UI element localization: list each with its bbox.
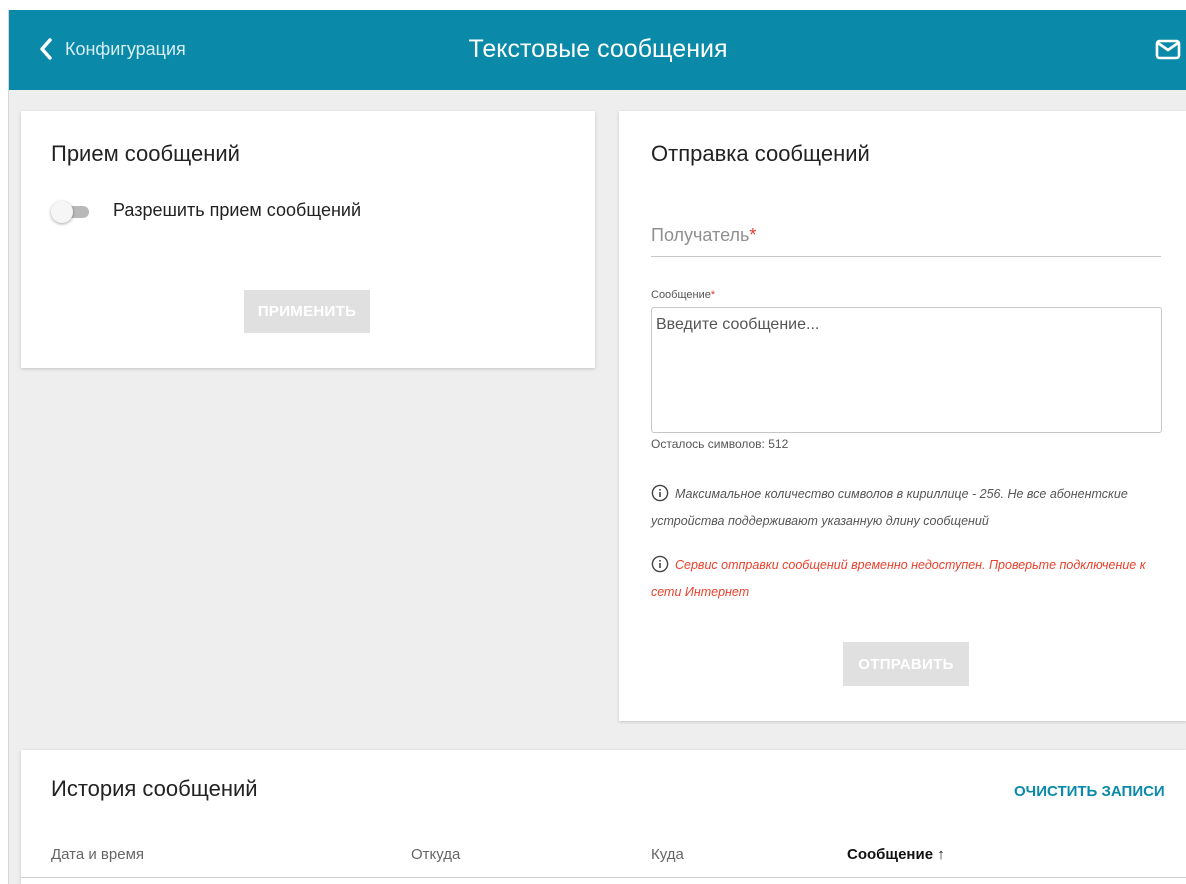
remaining-chars: Осталось символов: 512: [651, 437, 789, 451]
error-note-text: Сервис отправки сообщений временно недос…: [651, 558, 1146, 599]
send-title: Отправка сообщений: [651, 141, 870, 166]
send-button[interactable]: ОТПРАВИТЬ: [843, 642, 969, 686]
message-textarea[interactable]: [651, 307, 1162, 433]
column-header-datetime[interactable]: Дата и время: [51, 846, 144, 863]
recipient-underline: [651, 256, 1161, 257]
recipient-field[interactable]: Получатель*: [651, 225, 1161, 255]
page-title: Текстовые сообщения: [468, 35, 728, 63]
send-card: Отправка сообщений Получатель* Сообщение…: [619, 111, 1186, 721]
error-note: Сервис отправки сообщений временно недос…: [651, 552, 1161, 606]
info-icon: [651, 555, 669, 573]
history-title: История сообщений: [51, 776, 258, 801]
column-header-message[interactable]: Сообщение ↑: [847, 846, 945, 863]
history-card: История сообщений ОЧИСТИТЬ ЗАПИСИ Дата и…: [21, 750, 1186, 884]
receive-title: Прием сообщений: [51, 141, 240, 166]
limit-note: Максимальное количество символов в кирил…: [651, 481, 1161, 535]
column-header-from[interactable]: Откуда: [411, 846, 460, 863]
info-icon: [651, 484, 669, 502]
limit-note-text: Максимальное количество символов в кирил…: [651, 487, 1128, 528]
toggle-knob: [51, 201, 73, 223]
required-mark: *: [749, 225, 757, 245]
app-frame: Конфигурация Текстовые сообщения Прием с…: [8, 10, 1186, 884]
allow-receive-toggle[interactable]: [51, 201, 91, 223]
clear-records-button[interactable]: ОЧИСТИТЬ ЗАПИСИ: [1014, 783, 1165, 800]
column-header-to[interactable]: Куда: [651, 846, 684, 863]
mail-icon[interactable]: [1155, 38, 1183, 62]
message-label: Сообщение*: [651, 289, 716, 301]
table-header-divider: [21, 877, 1186, 878]
top-bar: Конфигурация Текстовые сообщения: [9, 10, 1186, 90]
receive-card: Прием сообщений Разрешить прием сообщени…: [21, 111, 595, 368]
allow-receive-label: Разрешить прием сообщений: [113, 200, 362, 220]
apply-button[interactable]: ПРИМЕНИТЬ: [244, 290, 370, 333]
recipient-label: Получатель: [651, 225, 750, 245]
